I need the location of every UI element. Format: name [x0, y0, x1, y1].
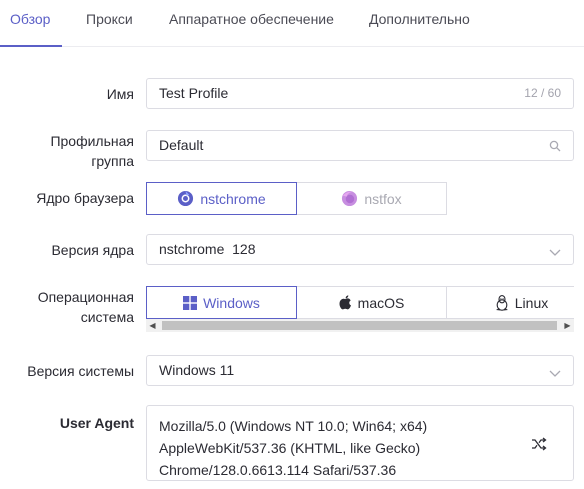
name-value: Test Profile	[159, 85, 229, 101]
name-char-counter: 12 / 60	[524, 86, 561, 100]
os-version-select[interactable]: Windows 11	[146, 355, 574, 386]
core-version-label: Версия ядра	[51, 242, 134, 258]
tab-hardware[interactable]: Аппаратное обеспечение	[169, 11, 334, 27]
os-options-scroll[interactable]: Windows macOS Linux ◀ ▶	[146, 286, 574, 334]
core-version-select[interactable]: nstchrome 128	[146, 234, 574, 265]
apple-icon	[339, 295, 352, 310]
windows-icon	[183, 295, 198, 310]
scrollbar-thumb[interactable]	[162, 321, 557, 330]
core-option-label: nstfox	[364, 190, 402, 207]
user-agent-line: Mozilla/5.0 (Windows NT 10.0; Win64; x64…	[159, 418, 428, 434]
active-tab-indicator	[0, 45, 62, 47]
shuffle-icon[interactable]	[531, 437, 547, 456]
search-icon	[549, 139, 561, 157]
os-label-line1: Операционная	[37, 289, 134, 305]
nstfox-logo-icon	[341, 190, 358, 207]
os-version-value: Windows 11	[159, 362, 235, 378]
os-horizontal-scrollbar[interactable]: ◀ ▶	[146, 319, 574, 332]
user-agent-line: Chrome/128.0.6613.114 Safari/537.36	[159, 462, 397, 478]
os-option-label: Linux	[514, 294, 549, 311]
core-version-value: nstchrome 128	[159, 241, 256, 257]
group-select[interactable]: Default	[146, 130, 574, 161]
name-label: Имя	[106, 86, 134, 102]
chevron-down-icon	[549, 244, 561, 262]
linux-icon	[495, 294, 509, 311]
os-option-macos[interactable]: macOS	[296, 286, 447, 319]
user-agent-line: AppleWebKit/537.36 (KHTML, like Gecko)	[159, 440, 421, 456]
os-option-label: macOS	[357, 294, 405, 311]
os-option-windows[interactable]: Windows	[146, 286, 297, 319]
os-version-label: Версия системы	[27, 363, 134, 379]
user-agent-text: Mozilla/5.0 (Windows NT 10.0; Win64; x64…	[159, 415, 519, 481]
group-label-line2: группа	[91, 153, 134, 169]
chevron-down-icon	[549, 365, 561, 383]
name-input[interactable]: Test Profile 12 / 60	[146, 78, 574, 109]
tab-bar: Обзор Прокси Аппаратное обеспечение Допо…	[0, 0, 584, 47]
os-option-linux[interactable]: Linux	[446, 286, 574, 319]
tab-proxy[interactable]: Прокси	[86, 11, 133, 27]
os-label-line2: система	[80, 309, 134, 325]
tab-overview[interactable]: Обзор	[10, 11, 50, 27]
os-option-label: Windows	[203, 294, 260, 311]
user-agent-textarea[interactable]: Mozilla/5.0 (Windows NT 10.0; Win64; x64…	[146, 405, 574, 481]
user-agent-label: User Agent	[59, 415, 134, 431]
scroll-right-arrow-icon[interactable]: ▶	[561, 319, 574, 332]
core-option-nstfox[interactable]: nstfox	[296, 182, 447, 215]
group-value: Default	[159, 137, 204, 153]
tab-advanced[interactable]: Дополнительно	[369, 11, 470, 27]
core-option-label: nstchrome	[200, 190, 266, 207]
group-label-line1: Профильная	[50, 133, 134, 149]
scroll-left-arrow-icon[interactable]: ◀	[146, 319, 159, 332]
nstchrome-logo-icon	[177, 190, 194, 207]
browser-core-label: Ядро браузера	[36, 190, 134, 206]
core-option-nstchrome[interactable]: nstchrome	[146, 182, 297, 215]
